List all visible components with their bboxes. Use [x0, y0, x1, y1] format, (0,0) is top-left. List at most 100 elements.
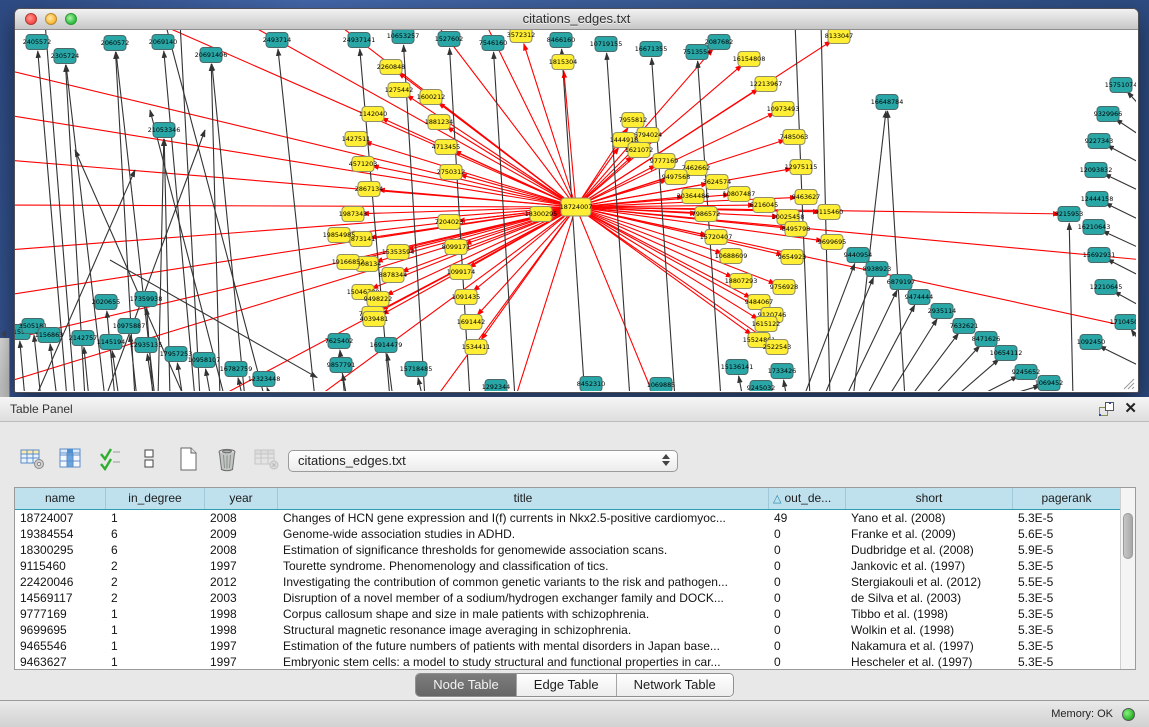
network-node[interactable]: 1156863 — [35, 328, 63, 343]
network-node[interactable]: 2020655 — [92, 295, 120, 310]
tab-network-table[interactable]: Network Table — [617, 674, 733, 696]
network-node[interactable]: 15136141 — [721, 360, 754, 375]
network-node[interactable]: 1099174 — [447, 265, 475, 280]
column-header-pagerank[interactable]: pagerank — [1013, 488, 1121, 509]
select-attributes-icon[interactable] — [96, 444, 124, 474]
network-node[interactable]: 9440954 — [844, 248, 872, 263]
network-node[interactable]: 1069885 — [647, 378, 675, 392]
network-canvas[interactable]: 2405572230572420605722069140206914062493… — [15, 30, 1136, 391]
network-node[interactable]: 10653257 — [387, 30, 420, 44]
network-node[interactable]: 2493714 — [263, 33, 291, 48]
network-node[interactable]: 9245032 — [747, 381, 775, 392]
table-row[interactable]: 1456911722003Disruption of a novel membe… — [15, 590, 1135, 606]
network-node[interactable]: 1615122 — [752, 317, 780, 332]
network-node[interactable]: 1534411 — [462, 340, 490, 355]
column-header-in-degree[interactable]: in_degree — [106, 488, 205, 509]
table-row[interactable]: 946362711997Embryonic stem cells: a mode… — [15, 654, 1135, 670]
network-node[interactable]: 9463627 — [792, 190, 820, 205]
network-node[interactable]: 2405572 — [23, 35, 51, 50]
network-node[interactable]: 9474444 — [905, 290, 933, 305]
network-node[interactable]: 17104504 — [1110, 315, 1136, 330]
network-node[interactable]: 17359938 — [130, 292, 163, 307]
network-node[interactable]: 10719155 — [590, 37, 623, 52]
network-node[interactable]: 7632621 — [950, 319, 978, 334]
network-node[interactable]: 8133047 — [825, 30, 853, 44]
table-row[interactable]: 2242004622012Investigating the contribut… — [15, 574, 1135, 590]
network-node[interactable]: 2060572 — [101, 36, 129, 51]
network-node[interactable]: 16914479 — [370, 338, 403, 353]
table-row[interactable]: 969969511998Structural magnetic resonanc… — [15, 622, 1135, 638]
window-titlebar[interactable]: citations_edges.txt — [15, 9, 1138, 30]
column-header-short[interactable]: short — [846, 488, 1013, 509]
network-node[interactable]: 8495798 — [782, 222, 810, 237]
panel-collapse-arrow-icon[interactable] — [1, 330, 6, 338]
network-node[interactable]: 1691442 — [457, 315, 485, 330]
network-node[interactable]: 9654923 — [778, 250, 806, 265]
network-node[interactable]: 12975115 — [785, 160, 818, 175]
network-node[interactable]: 1142040 — [359, 107, 387, 122]
network-node[interactable]: 9115460 — [815, 205, 843, 220]
network-node[interactable]: 7546160 — [479, 36, 507, 51]
new-table-icon[interactable] — [174, 444, 202, 474]
network-node[interactable]: 1987343 — [339, 207, 367, 222]
network-node[interactable]: 1092450 — [1077, 335, 1105, 350]
zoom-window-button[interactable] — [65, 13, 77, 25]
network-node[interactable]: 4039481 — [360, 312, 388, 327]
network-node[interactable]: 2087682 — [705, 35, 733, 50]
network-node[interactable]: 12935135 — [130, 338, 163, 353]
row-height-icon[interactable] — [135, 444, 163, 474]
network-node[interactable]: 8471626 — [972, 332, 1000, 347]
network-node[interactable]: 4713455 — [432, 140, 460, 155]
delete-table-icon[interactable] — [213, 444, 241, 474]
table-row[interactable]: 946554611997Estimation of the future num… — [15, 638, 1135, 654]
network-node[interactable]: 1427511 — [342, 132, 370, 147]
network-node[interactable]: 8452310 — [577, 377, 605, 392]
table-row[interactable]: 1938455462009Genome-wide association stu… — [15, 526, 1135, 542]
column-header-name[interactable]: name — [15, 488, 106, 509]
network-node[interactable]: 1600212 — [417, 90, 445, 105]
network-node[interactable]: 8215953 — [1055, 207, 1083, 222]
network-node[interactable]: 9857791 — [327, 358, 355, 373]
close-panel-icon[interactable]: ✕ — [1124, 398, 1137, 420]
tab-edge-table[interactable]: Edge Table — [517, 674, 617, 696]
network-node[interactable]: 18724007 — [560, 198, 593, 216]
table-row[interactable]: 1830029562008Estimation of significance … — [15, 542, 1135, 558]
table-selector[interactable]: citations_edges.txt — [288, 450, 678, 472]
network-node[interactable]: 10975887 — [113, 319, 146, 334]
network-node[interactable]: 4571203 — [349, 157, 377, 172]
network-view-window[interactable]: citations_edges.txt 24055722305724206057… — [14, 8, 1139, 393]
network-node[interactable]: 7204023 — [435, 215, 463, 230]
table-row[interactable]: 911546021997Tourette syndrome. Phenomeno… — [15, 558, 1135, 574]
network-node[interactable]: 10958107 — [188, 353, 221, 368]
network-node[interactable]: 7955812 — [619, 113, 647, 128]
network-node[interactable]: 9245652 — [1012, 365, 1040, 380]
network-node[interactable]: 6216045 — [750, 198, 778, 213]
network-node[interactable]: 1527602 — [435, 32, 463, 47]
network-node[interactable]: 8878344 — [379, 268, 407, 283]
network-node[interactable]: 2750312 — [437, 165, 465, 180]
network-node[interactable]: 9329966 — [1094, 107, 1122, 122]
scrollbar-thumb[interactable] — [1123, 513, 1133, 559]
network-node[interactable]: 9498222 — [364, 292, 392, 307]
network-node[interactable]: 9777169 — [650, 154, 678, 169]
table-settings-icon[interactable] — [18, 444, 46, 474]
vertical-scrollbar[interactable] — [1120, 488, 1135, 669]
network-node[interactable]: 2260848 — [377, 60, 405, 75]
network-node[interactable]: 8466160 — [547, 33, 575, 48]
network-node[interactable]: 15751074 — [1105, 78, 1136, 93]
network-node[interactable]: 9699695 — [818, 235, 846, 250]
network-node[interactable]: 1292344 — [482, 380, 510, 392]
network-node[interactable]: 20691406 — [195, 48, 228, 63]
network-node[interactable]: 12210645 — [1090, 280, 1123, 295]
table-row[interactable]: 1872400712008Changes of HCN gene express… — [15, 510, 1135, 526]
close-window-button[interactable] — [25, 13, 37, 25]
network-node[interactable]: 9497568 — [662, 170, 690, 185]
float-panel-icon[interactable] — [1098, 401, 1115, 417]
column-header-year[interactable]: year — [205, 488, 278, 509]
network-node[interactable]: 9227343 — [1085, 134, 1113, 149]
memory-status-icon[interactable] — [1122, 708, 1135, 721]
network-node[interactable]: 3572312 — [507, 30, 535, 43]
network-node[interactable]: 2142757 — [69, 331, 97, 346]
column-header-title[interactable]: title — [278, 488, 769, 509]
column-visibility-icon[interactable] — [57, 444, 85, 474]
